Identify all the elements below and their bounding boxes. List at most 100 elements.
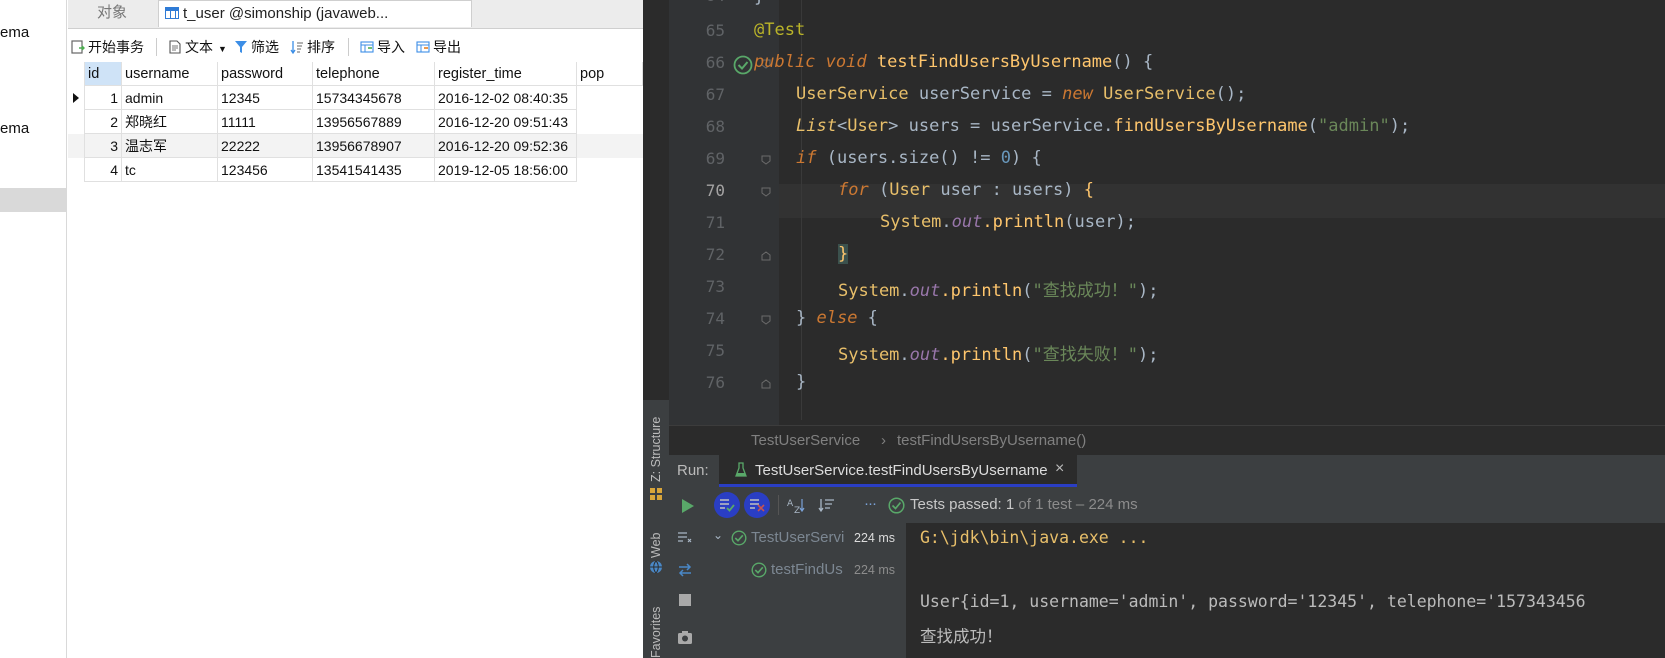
- fold-end-icon[interactable]: [761, 379, 771, 389]
- fold-end-icon[interactable]: [761, 251, 771, 261]
- camera-icon[interactable]: [677, 629, 693, 645]
- tree-node-name: testFindUs: [771, 561, 843, 578]
- filter-label: 筛选: [251, 39, 279, 55]
- cell-register-time[interactable]: 2019-12-05 18:56:00: [435, 158, 577, 182]
- stop-icon[interactable]: [678, 593, 692, 607]
- test-status: Tests passed: 1 of 1 test – 224 ms: [910, 496, 1138, 513]
- run-test-icon[interactable]: [733, 55, 753, 75]
- line-number: 66: [705, 53, 725, 72]
- cell-telephone[interactable]: 13956678907: [313, 134, 435, 158]
- cell-username[interactable]: tc: [122, 158, 218, 182]
- favorites-label: Favorites: [649, 606, 663, 658]
- export-button[interactable]: 导出: [416, 36, 461, 58]
- cell-register-time[interactable]: 2016-12-20 09:52:36: [435, 134, 577, 158]
- line-number: 74: [705, 309, 725, 328]
- sort-by-duration-icon[interactable]: [817, 497, 835, 513]
- object-tree-item[interactable]: ema: [0, 120, 29, 137]
- text-label: 文本: [185, 39, 213, 55]
- chevron-down-icon: ▼: [218, 44, 227, 54]
- cell-id[interactable]: 2: [85, 110, 122, 134]
- sort-alphabetically-icon[interactable]: AZ: [787, 497, 805, 513]
- text-button[interactable]: 文本 ▼: [168, 36, 227, 58]
- tree-node-class[interactable]: ⌄ TestUserServi 224 ms: [701, 523, 906, 553]
- rerun-icon[interactable]: [681, 498, 695, 514]
- fold-icon[interactable]: [761, 187, 771, 197]
- cell-password[interactable]: 22222: [218, 134, 313, 158]
- cell-username[interactable]: 温志军: [122, 134, 218, 158]
- cell-register-time[interactable]: 2016-12-02 08:40:35: [435, 86, 577, 110]
- indent-guide: [801, 176, 802, 276]
- code-line: if (users.size() != 0) {: [796, 148, 1042, 168]
- web-tool-button[interactable]: Web: [649, 533, 663, 558]
- tree-node-method[interactable]: testFindUs 224 ms: [701, 555, 906, 585]
- line-number: 68: [705, 117, 725, 136]
- cell-password[interactable]: 11111: [218, 110, 313, 134]
- table-icon: [165, 7, 179, 19]
- code-line: }: [838, 244, 849, 264]
- tab-objects[interactable]: 对象: [68, 0, 156, 27]
- rerun-failed-icon[interactable]: [677, 563, 693, 577]
- close-icon[interactable]: ×: [1055, 460, 1064, 478]
- db-toolbar: 开始事务 文本 ▼ 筛选 排序 导入 导出: [68, 32, 643, 62]
- import-icon: [360, 41, 374, 53]
- soft-wrap-icon[interactable]: [677, 531, 693, 545]
- line-number: 75: [705, 341, 725, 360]
- cell-id[interactable]: 3: [85, 134, 122, 158]
- column-header-username[interactable]: username: [122, 62, 218, 86]
- cell-telephone[interactable]: 13541541435: [313, 158, 435, 182]
- export-icon: [416, 41, 430, 53]
- column-header-telephone[interactable]: telephone: [313, 62, 435, 86]
- table-row[interactable]: 4 tc 123456 13541541435 2019-12-05 18:56…: [68, 158, 643, 182]
- table-row[interactable]: 2 郑晓红 11111 13956567889 2016-12-20 09:51…: [68, 110, 643, 134]
- cell-telephone[interactable]: 13956567889: [313, 110, 435, 134]
- run-tab-bar: Run: TestUserService.testFindUsersByUser…: [669, 455, 1665, 487]
- cell-telephone[interactable]: 15734345678: [313, 86, 435, 110]
- cell-id[interactable]: 1: [85, 86, 122, 110]
- show-ignored-icon: [750, 499, 765, 512]
- structure-label: Z: Structure: [649, 416, 663, 482]
- breadcrumb-method[interactable]: testFindUsersByUsername(): [897, 432, 1086, 449]
- caret-right-icon: [73, 93, 79, 103]
- cell-username[interactable]: admin: [122, 86, 218, 110]
- favorites-tool-button[interactable]: Favorites: [649, 607, 663, 658]
- fold-icon[interactable]: [761, 315, 771, 325]
- db-client-window: ema ema 对象 t_user @simonship (javaweb...…: [0, 0, 643, 658]
- sort-button[interactable]: 排序: [290, 36, 335, 58]
- line-number: 67: [705, 85, 725, 104]
- structure-tool-button[interactable]: Z: Structure: [649, 417, 663, 482]
- code-editor[interactable]: } @Test public void testFindUsersByUsern…: [754, 0, 1665, 425]
- breadcrumb-class[interactable]: TestUserService: [751, 432, 860, 449]
- column-header-password[interactable]: password: [218, 62, 313, 86]
- console-output[interactable]: G:\jdk\bin\java.exe ... User{id=1, usern…: [906, 523, 1665, 658]
- column-header-id[interactable]: id: [85, 62, 122, 86]
- object-tree-item[interactable]: ema: [0, 24, 29, 41]
- export-label: 导出: [433, 39, 461, 55]
- table-row[interactable]: 3 温志军 22222 13956678907 2016-12-20 09:52…: [68, 134, 643, 158]
- cell-id[interactable]: 4: [85, 158, 122, 182]
- breadcrumb: TestUserService › testFindUsersByUsernam…: [669, 425, 1665, 456]
- line-number: 69: [705, 149, 725, 168]
- table-row[interactable]: 1 admin 12345 15734345678 2016-12-02 08:…: [68, 86, 643, 110]
- cell-password[interactable]: 12345: [218, 86, 313, 110]
- show-ignored-toggle[interactable]: [744, 492, 770, 518]
- object-tree-selected-item[interactable]: [0, 188, 66, 212]
- test-status-suffix: of 1 test – 224 ms: [1014, 496, 1138, 513]
- show-passed-toggle[interactable]: [714, 492, 740, 518]
- column-header-pop[interactable]: pop: [577, 62, 643, 86]
- cell-username[interactable]: 郑晓红: [122, 110, 218, 134]
- ide-window: Z: Structure Web Favorites 64 65 66 67 6…: [643, 0, 1665, 658]
- fold-icon[interactable]: [761, 155, 771, 165]
- test-status-prefix: Tests passed:: [910, 496, 1006, 513]
- more-options-icon[interactable]: ···: [864, 495, 877, 512]
- run-tab[interactable]: TestUserService.testFindUsersByUsername …: [719, 455, 1077, 487]
- line-number: 71: [705, 213, 725, 232]
- filter-button[interactable]: 筛选: [234, 36, 279, 58]
- cell-password[interactable]: 123456: [218, 158, 313, 182]
- begin-transaction-label: 开始事务: [88, 39, 144, 55]
- begin-transaction-button[interactable]: 开始事务: [71, 36, 144, 58]
- column-header-register-time[interactable]: register_time: [435, 62, 577, 86]
- import-button[interactable]: 导入: [360, 36, 405, 58]
- db-tab-bar: 对象 t_user @simonship (javaweb...: [68, 0, 643, 29]
- tab-t-user[interactable]: t_user @simonship (javaweb...: [158, 0, 472, 27]
- cell-register-time[interactable]: 2016-12-20 09:51:43: [435, 110, 577, 134]
